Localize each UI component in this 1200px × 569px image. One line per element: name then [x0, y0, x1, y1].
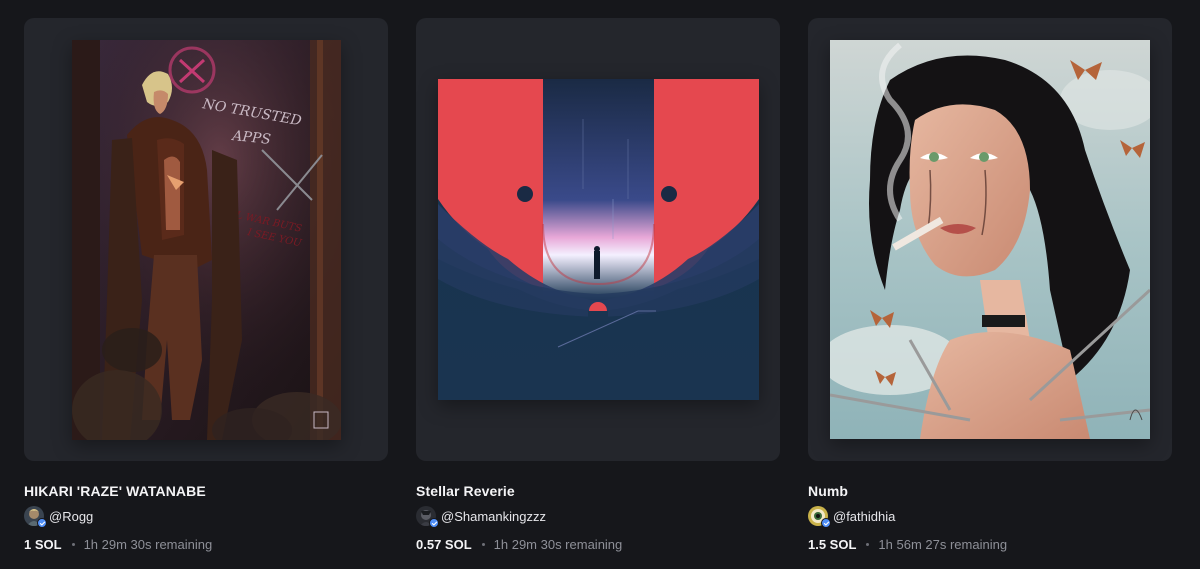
avatar[interactable]	[24, 506, 47, 528]
auction-grid: NO TRUSTED APPS ALL WAR BUTS I SEE YOU H…	[0, 0, 1200, 569]
creator-handle[interactable]: @fathidhia	[833, 509, 895, 524]
creator-link[interactable]: @fathidhia	[808, 505, 895, 528]
verified-badge-icon	[429, 518, 439, 528]
artwork-frame[interactable]: NO TRUSTED APPS ALL WAR BUTS I SEE YOU	[24, 18, 388, 461]
price: 0.57 SOL	[416, 537, 472, 552]
avatar[interactable]	[808, 506, 831, 528]
nft-card[interactable]: Stellar Reverie @Shamankingzzz 0.57 SOL …	[416, 18, 780, 552]
listing-meta: 1 SOL 1h 29m 30s remaining	[24, 537, 212, 552]
woman-butterflies-artwork[interactable]	[830, 40, 1150, 439]
time-remaining: 1h 29m 30s remaining	[83, 537, 213, 552]
time-remaining: 1h 29m 30s remaining	[493, 537, 623, 552]
separator-dot-icon	[481, 543, 485, 546]
surreal-portal-artwork[interactable]	[438, 79, 759, 400]
listing-meta: 0.57 SOL 1h 29m 30s remaining	[416, 537, 622, 552]
listing-meta: 1.5 SOL 1h 56m 27s remaining	[808, 537, 1007, 552]
artwork-title[interactable]: Stellar Reverie	[416, 483, 515, 499]
price: 1.5 SOL	[808, 537, 857, 552]
creator-handle[interactable]: @Rogg	[49, 509, 93, 524]
creator-handle[interactable]: @Shamankingzzz	[441, 509, 546, 524]
artwork-title[interactable]: Numb	[808, 483, 848, 499]
artwork-frame[interactable]	[808, 18, 1172, 461]
verified-badge-icon	[37, 518, 47, 528]
nft-card[interactable]: Numb @fathidhia 1.5 SOL 1h 56m 27s remai…	[808, 18, 1172, 552]
avatar[interactable]	[416, 506, 439, 528]
nft-card[interactable]: NO TRUSTED APPS ALL WAR BUTS I SEE YOU H…	[24, 18, 388, 552]
separator-dot-icon	[71, 543, 75, 546]
verified-badge-icon	[821, 518, 831, 528]
time-remaining: 1h 56m 27s remaining	[878, 537, 1008, 552]
artwork-title[interactable]: HIKARI 'RAZE' WATANABE	[24, 483, 206, 499]
separator-dot-icon	[866, 543, 870, 546]
price: 1 SOL	[24, 537, 62, 552]
creator-link[interactable]: @Shamankingzzz	[416, 505, 546, 528]
artwork-frame[interactable]	[416, 18, 780, 461]
character-portrait-artwork[interactable]: NO TRUSTED APPS ALL WAR BUTS I SEE YOU	[72, 40, 341, 440]
creator-link[interactable]: @Rogg	[24, 505, 93, 528]
